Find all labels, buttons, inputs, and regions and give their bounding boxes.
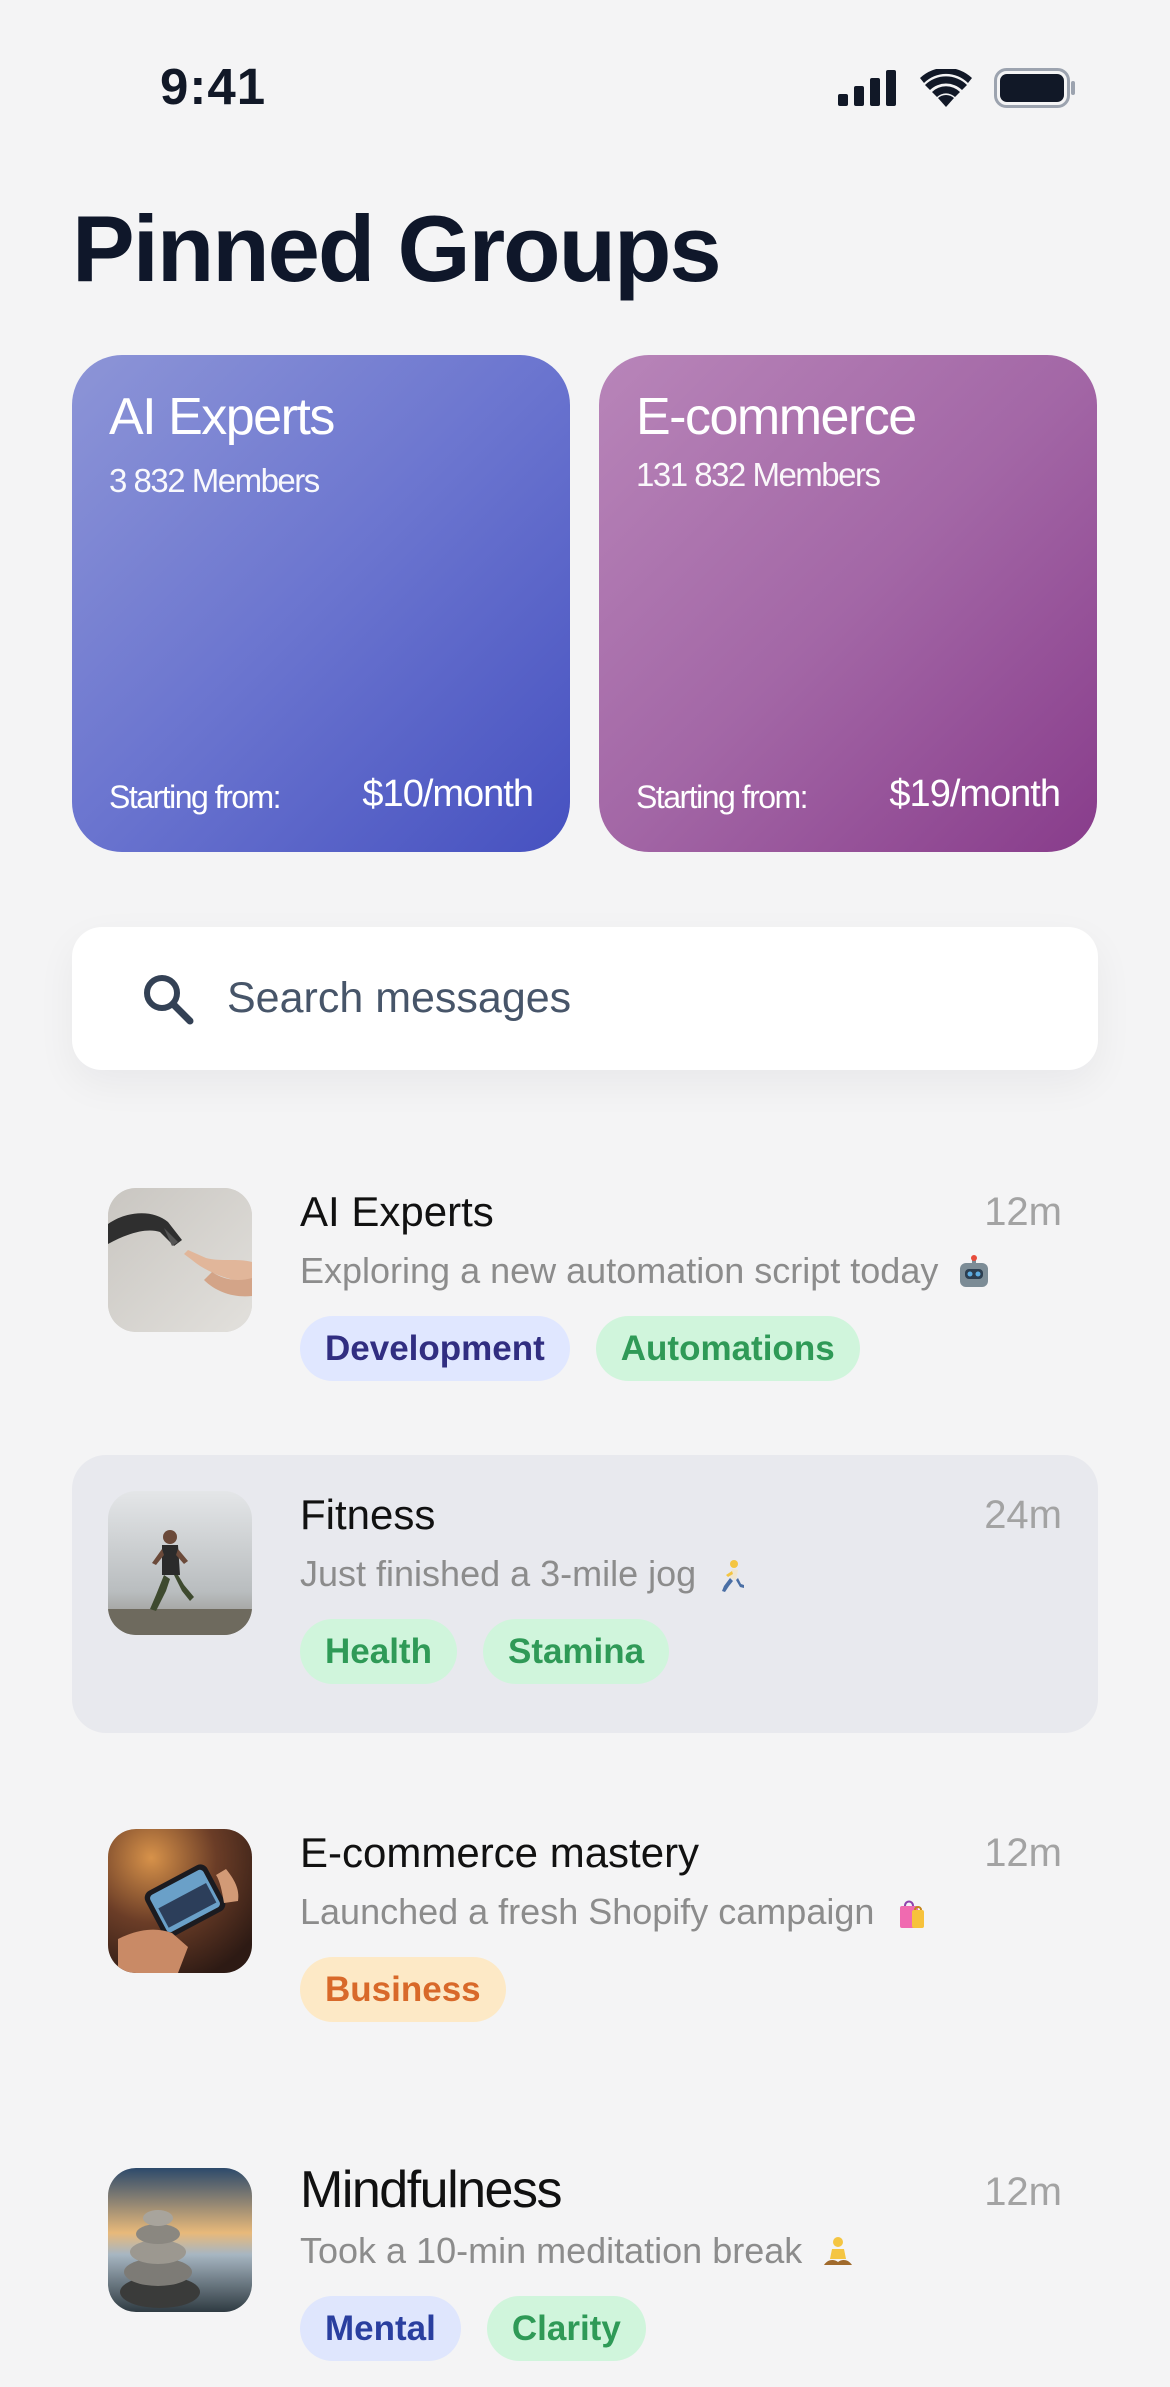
- group-avatar-mindfulness: [108, 2168, 252, 2312]
- tag-mental[interactable]: Mental: [300, 2296, 461, 2361]
- pinned-card-members: 3 832 Members: [109, 462, 320, 499]
- chat-last-message-text: Exploring a new automation script today: [300, 1250, 939, 1291]
- search-input[interactable]: [227, 967, 1047, 1029]
- tag-clarity[interactable]: Clarity: [486, 2296, 646, 2361]
- chat-tags: Mental Clarity: [300, 2296, 646, 2361]
- chat-group-name: Mindfulness: [300, 2161, 562, 2219]
- chat-timestamp: 24m: [984, 1493, 1062, 1537]
- chat-list-item-ecommerce-mastery[interactable]: E-commerce mastery 12m Launched a fresh …: [72, 1793, 1098, 2071]
- chat-list-item-fitness[interactable]: Fitness 24m Just finished a 3-mile jog H…: [72, 1455, 1098, 1733]
- pinned-group-card-ecommerce[interactable]: E-commerce 131 832 Members Starting from…: [599, 355, 1097, 852]
- page-title: Pinned Groups: [72, 196, 722, 301]
- status-bar: 9:41: [0, 0, 1170, 170]
- tag-automations[interactable]: Automations: [595, 1316, 860, 1381]
- pinned-card-price: $10/month: [362, 773, 534, 815]
- chat-last-message: Just finished a 3-mile jog: [300, 1553, 750, 1595]
- pinned-card-title: E-commerce: [636, 388, 917, 446]
- pinned-card-members: 131 832 Members: [636, 456, 881, 493]
- cellular-signal-icon: [838, 70, 896, 106]
- chat-group-name: Fitness: [300, 1491, 436, 1538]
- chat-group-name: E-commerce mastery: [300, 1829, 700, 1876]
- tag-health[interactable]: Health: [300, 1619, 457, 1684]
- pinned-card-price-label: Starting from:: [636, 779, 809, 815]
- search-icon: [144, 975, 194, 1025]
- pinned-card-price: $19/month: [889, 773, 1061, 815]
- chat-list-item-ai-experts[interactable]: AI Experts 12m Exploring a new automatio…: [72, 1152, 1098, 1430]
- group-avatar-ecommerce-mastery: [108, 1829, 252, 1973]
- chat-tags: Development Automations: [300, 1316, 860, 1381]
- group-avatar-fitness: [108, 1491, 252, 1635]
- tag-business[interactable]: Business: [300, 1957, 506, 2022]
- wifi-icon: [920, 69, 972, 107]
- runner-icon: [722, 1560, 745, 1593]
- chat-list-item-mindfulness[interactable]: Mindfulness 12m Took a 10-min meditation…: [72, 2132, 1098, 2387]
- chat-timestamp: 12m: [984, 1831, 1062, 1875]
- group-avatar-ai-experts: [108, 1188, 252, 1332]
- chat-last-message: Launched a fresh Shopify campaign: [300, 1891, 928, 1933]
- chat-last-message-text: Took a 10-min meditation break: [300, 2230, 803, 2271]
- chat-tags: Health Stamina: [300, 1619, 670, 1684]
- battery-icon: [994, 68, 1075, 108]
- chat-timestamp: 12m: [984, 2170, 1062, 2214]
- pinned-card-price-label: Starting from:: [109, 779, 282, 815]
- chat-last-message: Exploring a new automation script today: [300, 1250, 992, 1292]
- status-icons: [838, 66, 1076, 110]
- tag-stamina[interactable]: Stamina: [482, 1619, 670, 1684]
- search-bar[interactable]: [72, 927, 1098, 1070]
- chat-last-message: Took a 10-min meditation break: [300, 2230, 856, 2272]
- chat-timestamp: 12m: [984, 1190, 1062, 1234]
- status-time: 9:41: [160, 58, 267, 115]
- chat-group-name: AI Experts: [300, 1188, 494, 1235]
- pinned-card-title: AI Experts: [109, 388, 335, 446]
- shopping-bags-icon: [900, 1901, 925, 1929]
- chat-last-message-text: Launched a fresh Shopify campaign: [300, 1891, 875, 1932]
- robot-icon: [960, 1255, 989, 1288]
- chat-tags: Business: [300, 1957, 506, 2022]
- tag-development[interactable]: Development: [300, 1316, 570, 1381]
- pinned-group-card-ai-experts[interactable]: AI Experts 3 832 Members Starting from: …: [72, 355, 570, 852]
- chat-last-message-text: Just finished a 3-mile jog: [300, 1553, 697, 1594]
- meditation-icon: [824, 2237, 853, 2266]
